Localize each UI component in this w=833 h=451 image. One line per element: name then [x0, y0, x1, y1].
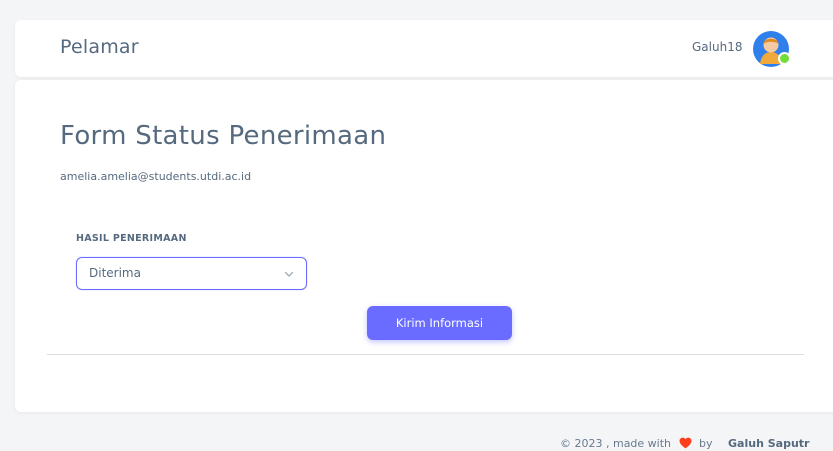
form-card: Form Status Penerimaan amelia.amelia@stu… [15, 80, 833, 412]
kirim-informasi-button[interactable]: Kirim Informasi [367, 306, 512, 340]
online-status-dot [778, 52, 791, 65]
footer-author-link[interactable]: Galuh Saputr [728, 437, 809, 450]
heart-icon [679, 437, 691, 449]
chevron-down-icon [284, 271, 294, 277]
avatar[interactable] [753, 31, 791, 67]
applicant-email: amelia.amelia@students.utdi.ac.id [60, 170, 252, 183]
footer-copyright: © 2023 , made with [560, 437, 672, 450]
select-value: Diterima [89, 266, 141, 280]
brand-title: Pelamar [60, 36, 139, 58]
navbar: Pelamar Galuh18 [15, 20, 833, 77]
footer: © 2023 , made with by Galuh Saputr [560, 437, 809, 450]
hasil-penerimaan-select[interactable]: Diterima [76, 257, 307, 290]
page-title: Form Status Penerimaan [60, 121, 387, 151]
field-label-hasil-penerimaan: HASIL PENERIMAAN [76, 233, 187, 244]
footer-by: by [699, 437, 713, 450]
username-label: Galuh18 [692, 40, 743, 54]
divider [47, 354, 804, 355]
